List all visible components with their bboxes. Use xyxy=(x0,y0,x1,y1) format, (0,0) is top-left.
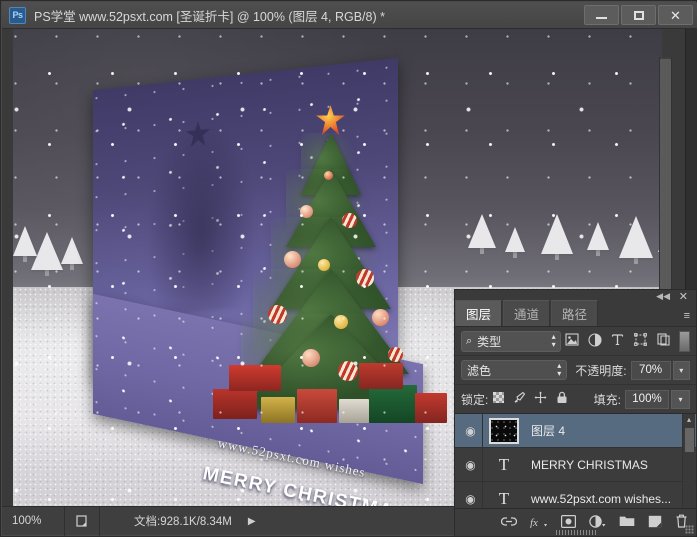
shape-filter-icon[interactable] xyxy=(629,333,652,349)
ornament xyxy=(356,269,374,287)
layers-panel: ◀◀ ✕ 图层 通道 路径 ≡ ⌕ 类型 ▴ ▾ 滤色 ▴ ▾ 不透明度: 70… xyxy=(454,289,697,537)
document-preview-icon[interactable] xyxy=(65,514,99,528)
ornament xyxy=(268,305,287,324)
panel-tabs: 图层 通道 路径 ≡ xyxy=(455,300,696,327)
filter-kind-select[interactable]: ⌕ 类型 ▴ ▾ xyxy=(461,330,561,352)
opacity-dropdown-icon[interactable]: ▾ xyxy=(672,360,690,380)
gift-box xyxy=(297,389,337,423)
stepper-arrows-icon[interactable]: ▴ ▾ xyxy=(552,333,556,349)
ornament xyxy=(372,309,389,326)
adjustment-filter-icon[interactable] xyxy=(583,332,606,350)
layers-panel-toolbar: fx xyxy=(455,508,696,536)
gift-box xyxy=(229,365,281,391)
ornament xyxy=(318,259,330,271)
minimize-icon xyxy=(596,17,607,19)
layer-style-icon[interactable]: fx xyxy=(530,515,548,531)
type-filter-icon[interactable] xyxy=(606,333,629,349)
image-filter-icon[interactable] xyxy=(561,333,584,349)
blend-opacity-row: 滤色 ▴ ▾ 不透明度: 70% ▾ xyxy=(455,356,696,385)
ornament xyxy=(342,213,357,228)
layer-mask-icon[interactable] xyxy=(561,514,577,531)
fill-dropdown-icon[interactable]: ▾ xyxy=(671,389,690,409)
smartobject-filter-icon[interactable] xyxy=(652,333,675,349)
layer-list: ◉ 图层 4 ◉ T MERRY CHRISTMAS ◉ T www.52psx… xyxy=(455,413,696,518)
fill-value[interactable]: 100% xyxy=(625,389,669,409)
table-row[interactable]: ◉ 图层 4 xyxy=(455,413,696,448)
layer-name[interactable]: www.52psxt.com wishes... xyxy=(531,492,671,506)
lock-label: 锁定: xyxy=(461,392,489,407)
photoshop-logo-icon: Ps xyxy=(9,6,26,24)
lock-all-icon[interactable] xyxy=(551,391,572,407)
opacity-label: 不透明度: xyxy=(575,363,627,378)
layer-list-scrollbar[interactable]: ▴ ▾ xyxy=(682,414,695,518)
new-group-icon[interactable] xyxy=(619,515,635,530)
lock-position-icon[interactable] xyxy=(530,391,551,407)
panel-menu-icon[interactable]: ≡ xyxy=(684,310,691,322)
minimize-button[interactable] xyxy=(584,5,619,25)
window-controls: ✕ xyxy=(584,5,693,25)
layer-name[interactable]: MERRY CHRISTMAS xyxy=(531,458,648,472)
opacity-value[interactable]: 70% xyxy=(630,360,671,380)
checker-swatch xyxy=(493,392,505,403)
blend-mode-select[interactable]: 滤色 ▴ ▾ xyxy=(461,360,568,380)
filter-kind-label: 类型 xyxy=(477,334,502,349)
ornament xyxy=(284,251,301,268)
gift-box xyxy=(213,389,257,419)
fill-label: 填充: xyxy=(593,392,621,407)
gift-box xyxy=(261,397,295,423)
window-frame: Ps PS学堂 www.52psxt.com [圣诞折卡] @ 100% (图层… xyxy=(0,0,697,537)
search-icon: ⌕ xyxy=(466,334,473,347)
adjustment-layer-icon[interactable] xyxy=(589,514,606,531)
maximize-button[interactable] xyxy=(621,5,656,25)
table-row[interactable]: ◉ T MERRY CHRISTMAS xyxy=(455,447,696,482)
ornament xyxy=(334,315,348,329)
tab-paths[interactable]: 路径 xyxy=(551,300,599,326)
blend-mode-arrows-icon[interactable]: ▴ ▾ xyxy=(557,362,561,378)
window-title: PS学堂 www.52psxt.com [圣诞折卡] @ 100% (图层 4,… xyxy=(34,9,385,24)
zoom-level[interactable]: 100% xyxy=(2,515,64,527)
scroll-up-icon[interactable]: ▴ xyxy=(683,414,695,426)
status-expand-arrow[interactable]: ▶ xyxy=(248,516,256,527)
blend-mode-value: 滤色 xyxy=(467,363,492,378)
lock-transparency-icon[interactable] xyxy=(488,392,509,406)
gift-box xyxy=(415,393,447,423)
svg-text:fx: fx xyxy=(530,517,538,528)
filter-toggle-switch[interactable] xyxy=(678,330,691,352)
panel-resize-grip[interactable] xyxy=(685,525,694,534)
layer-thumbnail[interactable] xyxy=(489,417,519,444)
layer-visibility-icon[interactable]: ◉ xyxy=(459,413,483,448)
gift-box xyxy=(339,399,369,423)
panel-drag-grip[interactable] xyxy=(555,530,596,535)
collapse-panel-icon[interactable]: ◀◀ xyxy=(656,291,670,302)
tree-star-icon xyxy=(316,105,345,135)
gift-pile xyxy=(209,359,449,429)
title-bar: Ps PS学堂 www.52psxt.com [圣诞折卡] @ 100% (图层… xyxy=(2,2,697,29)
gift-box xyxy=(369,385,417,423)
gift-box xyxy=(359,363,403,389)
layer-list-scroll-thumb[interactable] xyxy=(685,428,694,452)
layer-name[interactable]: 图层 4 xyxy=(531,422,565,439)
close-panel-icon[interactable]: ✕ xyxy=(679,290,688,303)
new-layer-icon[interactable] xyxy=(648,515,662,531)
layer-visibility-icon[interactable]: ◉ xyxy=(459,447,483,482)
close-icon: ✕ xyxy=(670,7,681,23)
lock-image-icon[interactable] xyxy=(509,391,530,407)
ornament xyxy=(300,205,313,218)
link-layers-icon[interactable] xyxy=(500,515,518,530)
ornament xyxy=(324,171,333,180)
tab-layers[interactable]: 图层 xyxy=(455,300,503,326)
text-layer-icon[interactable]: T xyxy=(489,452,519,478)
maximize-icon xyxy=(633,10,644,20)
layer-filter-row: ⌕ 类型 ▴ ▾ xyxy=(455,327,696,356)
photoshop-window: Ps PS学堂 www.52psxt.com [圣诞折卡] @ 100% (图层… xyxy=(0,0,697,537)
close-button[interactable]: ✕ xyxy=(658,5,693,25)
lock-fill-row: 锁定: 填充: 100% ▾ xyxy=(455,385,696,414)
tab-channels[interactable]: 通道 xyxy=(503,300,551,326)
document-size-info: 文档:928.1K/8.34M xyxy=(134,516,232,528)
